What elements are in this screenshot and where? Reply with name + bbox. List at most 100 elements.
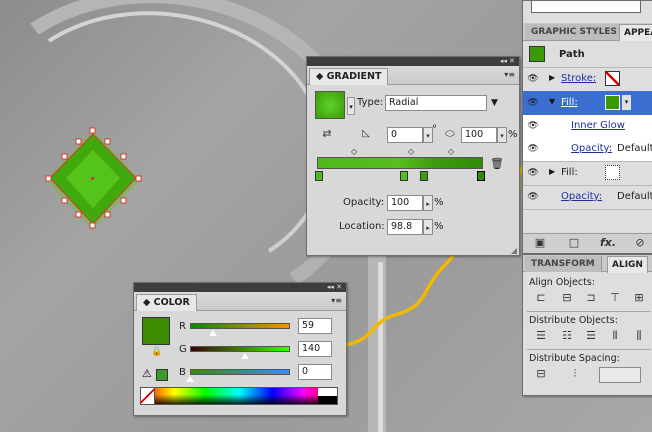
tab-align[interactable]: ALIGN [607,256,648,273]
align-right-icon[interactable]: ⊐ [583,291,599,305]
eye-icon[interactable]: 👁 [527,120,539,132]
gradient-stop[interactable] [315,171,323,181]
r-field[interactable]: 59 [298,318,332,334]
object-opacity-row[interactable]: 👁 Opacity: Default [523,185,652,210]
warning-icon[interactable]: ⚠ [142,367,152,380]
tab-gradient[interactable]: ◆ GRADIENT [309,68,389,85]
path-label: Path [559,49,585,60]
distribute-left-icon[interactable]: ⫴ [607,329,623,343]
gradient-swatch[interactable] [315,91,345,119]
color-panel-titlebar[interactable]: ◂◂ ✕ [134,283,346,292]
distribute-top-icon[interactable]: ☰ [533,329,549,343]
tab-color[interactable]: ◆ COLOR [136,294,197,311]
eye-icon[interactable]: 👁 [527,97,539,109]
fill2-label[interactable]: Fill: [561,167,578,178]
chevron-down-icon[interactable]: ▼ [491,98,498,108]
tab-transform[interactable]: TRANSFORM [525,256,602,272]
spacing-horizontal-icon[interactable]: ⫶ [567,367,583,381]
stroke-label[interactable]: Stroke: [561,73,596,84]
aspect-dropdown[interactable]: ▾ [497,127,507,143]
gradient-panel-titlebar[interactable]: ◂◂ ✕ [307,57,519,66]
align-left-icon[interactable]: ⊏ [533,291,549,305]
gradient-stop[interactable] [400,171,408,181]
r-thumb[interactable] [209,330,217,336]
eye-icon[interactable]: 👁 [527,143,539,155]
location-dropdown[interactable]: ▸ [423,219,433,235]
opacity-dropdown[interactable]: ▸ [423,195,433,211]
aspect-unit: % [508,129,518,140]
midpoint-diamond[interactable]: ◇ [408,147,414,156]
eye-icon[interactable]: 👁 [527,167,539,179]
fill-swatch[interactable] [605,95,620,110]
panel-arrows-icon: ◆ [143,297,151,308]
b-slider[interactable] [190,369,290,375]
midpoint-diamond[interactable]: ◇ [351,147,357,156]
black-white-swatch[interactable] [318,388,337,404]
opacity2-link[interactable]: Opacity: [561,191,602,202]
expand-arrow-icon[interactable]: ▶ [549,73,555,82]
panel-menu-icon[interactable]: ▾≡ [331,296,342,305]
eye-icon[interactable]: 👁 [527,191,539,203]
collapse-arrow-icon[interactable]: ▼ [549,97,555,106]
fx-icon[interactable]: fx. [599,236,617,250]
spacing-vertical-icon[interactable]: ⊟ [533,367,549,381]
fill-swatch-dropdown[interactable]: ▾ [622,95,631,110]
gradient-slider[interactable] [317,157,483,169]
location-label: Location: [339,221,385,232]
distribute-vcenter-icon[interactable]: ☷ [559,329,575,343]
align-vcenter-icon[interactable]: ⊞ [631,291,647,305]
fill-row[interactable]: 👁 ▶ Fill: [523,161,652,186]
g-field[interactable]: 140 [298,341,332,357]
add-stroke-icon[interactable]: ▣ [533,236,547,250]
none-color-icon[interactable] [141,388,155,404]
align-top-icon[interactable]: ⊤ [607,291,623,305]
color-swatch[interactable] [142,317,170,345]
stroke-none-swatch[interactable] [605,71,620,86]
resize-grip-icon[interactable]: ◢ [511,246,517,255]
fill-opacity-row[interactable]: 👁 Opacity: Default [523,137,652,162]
opacity-link[interactable]: Opacity: [571,143,612,154]
color-tabrow: ◆ COLOR ▾≡ [134,292,346,311]
align-hcenter-icon[interactable]: ⊟ [559,291,575,305]
collapse-icon[interactable]: ◂◂ ✕ [500,57,515,66]
distribute-right-icon[interactable]: ⫼ [631,329,647,343]
opacity-value: Default [617,143,652,154]
gradient-stop-selected[interactable] [477,171,485,181]
opacity-field[interactable]: 100 [387,195,423,211]
b-field[interactable]: 0 [298,364,332,380]
gradient-stop[interactable] [420,171,428,181]
add-fill-icon[interactable]: □ [567,236,581,250]
fill-label[interactable]: Fill: [561,97,578,108]
gradient-swatch-dropdown-icon[interactable]: ▾ [347,97,355,115]
tab-graphic-styles[interactable]: GRAPHIC STYLES [525,24,625,40]
angle-field[interactable]: 0 [387,127,423,143]
type-select[interactable]: Radial [385,95,487,111]
fill-row-selected[interactable]: 👁 ▼ Fill: ▾ [523,91,652,116]
inner-glow-row[interactable]: 👁 Inner Glow [523,115,652,138]
location-field[interactable]: 98.8 [387,219,423,235]
clear-appearance-icon[interactable]: ⊘ [633,236,647,250]
b-thumb[interactable] [186,376,194,382]
g-thumb[interactable] [241,353,249,359]
expand-arrow-icon[interactable]: ▶ [549,167,555,176]
tab-appearance[interactable]: APPEA [619,24,652,41]
fill2-swatch[interactable] [605,165,620,180]
reverse-gradient-icon[interactable]: ⇄ [319,127,335,141]
r-slider[interactable] [190,323,290,329]
color-spectrum[interactable] [140,387,338,405]
midpoint-diamond[interactable]: ◇ [448,147,454,156]
angle-icon: ◺ [362,128,370,139]
location-unit: % [434,221,444,232]
stroke-row[interactable]: 👁 ▶ Stroke: [523,67,652,92]
panel-menu-icon[interactable]: ▾≡ [504,70,515,79]
spacing-field[interactable] [599,367,641,383]
g-slider[interactable] [190,346,290,352]
eye-icon[interactable]: 👁 [527,73,539,85]
distribute-bottom-icon[interactable]: ☰ [583,329,599,343]
inner-glow-link[interactable]: Inner Glow [571,120,625,131]
gamut-swatch[interactable] [156,369,168,381]
collapse-icon[interactable]: ◂◂ ✕ [327,283,342,292]
path-row[interactable]: Path [523,43,652,68]
trash-icon[interactable]: 🗑 [490,157,504,170]
aspect-field[interactable]: 100 [461,127,497,143]
